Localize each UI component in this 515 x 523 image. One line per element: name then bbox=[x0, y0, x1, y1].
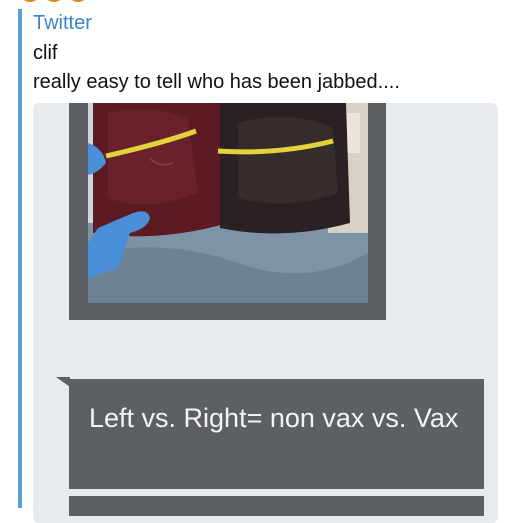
emoji-icon bbox=[44, 0, 64, 2]
emoji-icon bbox=[20, 0, 40, 2]
link-preview-text: really easy to tell who has been jabbed.… bbox=[33, 71, 400, 93]
reaction-emojis[interactable] bbox=[20, 0, 110, 4]
blood-bags-photo-image bbox=[88, 103, 368, 303]
emoji-icon bbox=[68, 0, 88, 2]
image-caption-text: Left vs. Right= non vax vs. Vax bbox=[89, 403, 459, 433]
blood-bags-photo[interactable] bbox=[88, 103, 368, 303]
link-preview-site-name[interactable]: Twitter bbox=[33, 10, 92, 36]
link-preview-author: clif bbox=[33, 42, 58, 64]
caption-bubble-tail bbox=[56, 377, 70, 387]
caption-bubble-next bbox=[69, 496, 484, 516]
link-preview-accent-bar bbox=[18, 9, 22, 508]
